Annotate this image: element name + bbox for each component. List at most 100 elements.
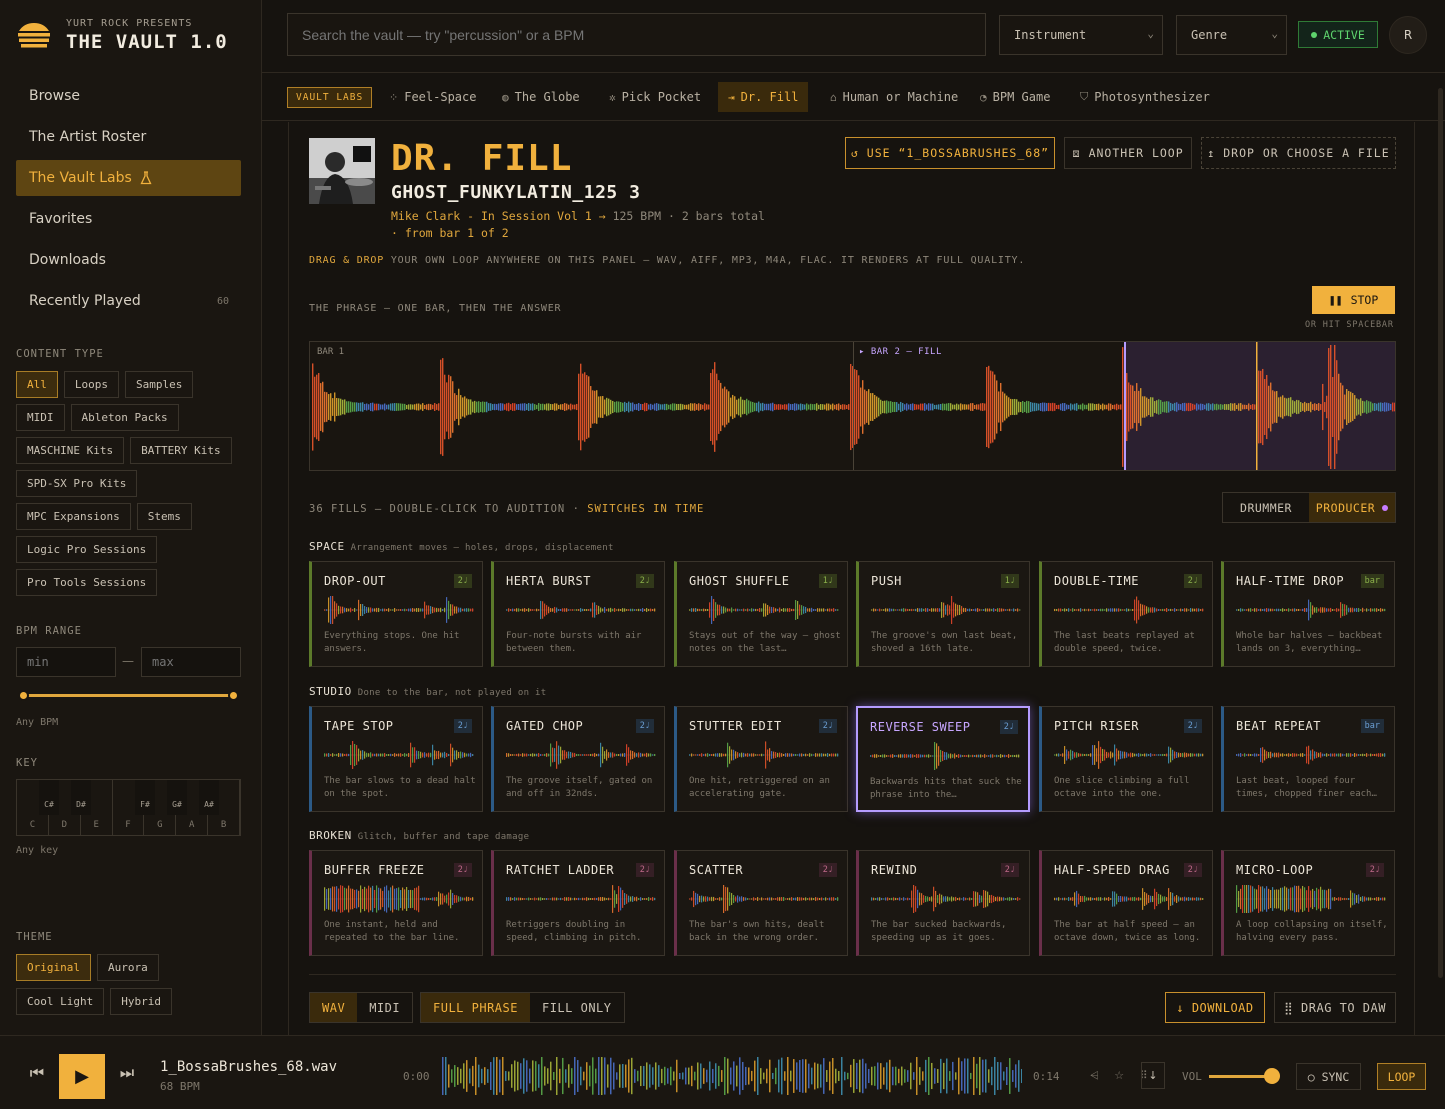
waveform-bar [594, 390, 596, 424]
key-d-sharp[interactable]: D# [71, 780, 91, 815]
content-type-chip-midi[interactable]: MIDI [16, 404, 65, 431]
content-type-chip-mpc-expansions[interactable]: MPC Expansions [16, 503, 131, 530]
bpm-min-input[interactable] [16, 647, 116, 677]
loop-button[interactable]: LOOP [1377, 1063, 1426, 1090]
avatar[interactable]: R [1389, 16, 1427, 54]
format-midi[interactable]: MIDI [357, 993, 412, 1022]
sidebar-item-favorites[interactable]: Favorites [16, 201, 241, 237]
waveform-bar [818, 404, 820, 410]
fill-card-ratchet-ladder[interactable]: RATCHET LADDER 2♩ Retriggers doubling in s… [491, 850, 665, 956]
another-loop-button[interactable]: ⧈ ANOTHER LOOP [1064, 137, 1192, 169]
bpm-max-input[interactable] [141, 647, 241, 677]
content-type-chip-ableton-packs[interactable]: Ableton Packs [70, 404, 179, 431]
drop-file-button[interactable]: ↥ DROP OR CHOOSE A FILE [1201, 137, 1396, 169]
waveform-bar [346, 608, 348, 612]
artist-link[interactable]: Mike Clark - In Session Vol 1 → [391, 209, 606, 223]
key-f-sharp[interactable]: F# [135, 780, 155, 815]
bpm-min-handle[interactable] [18, 690, 29, 701]
sidebar-item-browse[interactable]: Browse [16, 78, 241, 114]
sidebar-item-downloads[interactable]: Downloads [16, 242, 241, 278]
sidebar-item-vault-labs[interactable]: The Vault Labs [16, 160, 241, 196]
fill-card-herta-burst[interactable]: HERTA BURST 2♩ Four-note bursts with air b… [491, 561, 665, 667]
player-download-button[interactable]: ↓ [1141, 1062, 1165, 1089]
fill-card-half-speed-drag[interactable]: HALF-SPEED DRAG 2♩ The bar at half speed —… [1039, 850, 1213, 956]
key-c-sharp[interactable]: C# [39, 780, 59, 815]
logo[interactable]: YURT ROCK PRESENTS THE VAULT 1.0 [16, 18, 228, 53]
drag-to-daw-button[interactable]: ⣿ DRAG TO DAW [1274, 992, 1396, 1023]
fill-card-push[interactable]: PUSH 1♩ The groove's own last beat, shoved… [856, 561, 1030, 667]
tab-pick-pocket[interactable]: ✲ Pick Pocket [599, 82, 711, 112]
format-wav[interactable]: WAV [310, 993, 358, 1022]
key-a-sharp[interactable]: A# [199, 780, 219, 815]
play-button[interactable]: ▶ [59, 1054, 105, 1099]
stop-button[interactable]: ❚❚ STOP [1312, 286, 1395, 314]
waveform-bar [630, 608, 632, 612]
fill-card-scatter[interactable]: SCATTER 2♩ The bar's own hits, dealt back … [674, 850, 848, 956]
fill-card-double-time[interactable]: DOUBLE-TIME 2♩ The last beats replayed at … [1039, 561, 1213, 667]
tab-feel-space[interactable]: ⁘ Feel-Space [379, 82, 486, 112]
tab-photosynthesizer[interactable]: ⛉ Photosynthesizer [1070, 82, 1220, 112]
bpm-range-slider[interactable] [18, 690, 239, 701]
bpm-max-handle[interactable] [228, 690, 239, 701]
waveform-bar [648, 608, 650, 612]
tab-the-globe[interactable]: ◍ The Globe [492, 82, 590, 112]
phrase-waveform[interactable]: BAR 1 ▸ BAR 2 — FILL [309, 341, 1396, 471]
mode-producer[interactable]: PRODUCER [1309, 493, 1395, 522]
fill-card-beat-repeat[interactable]: BEAT REPEAT bar Last beat, looped four tim… [1221, 706, 1395, 812]
download-button[interactable]: ↓ DOWNLOAD [1165, 992, 1265, 1023]
waveform-bar [1110, 403, 1112, 411]
instrument-select[interactable]: Instrument ⌄ [999, 15, 1163, 55]
use-loop-button[interactable]: ↺ USE “1_BOSSABRUSHES_68” [845, 137, 1055, 169]
fill-card-reverse-sweep[interactable]: REVERSE SWEEP 2♩ Backwards hits that suck … [856, 706, 1030, 812]
tab-human-or-machine[interactable]: ⌂ Human or Machine [820, 82, 968, 112]
content-type-chip-spd-sx-pro-kits[interactable]: SPD-SX Pro Kits [16, 470, 138, 497]
theme-chip-aurora[interactable]: Aurora [96, 954, 159, 981]
mode-drummer[interactable]: DRUMMER [1223, 493, 1309, 522]
content-type-chip-all[interactable]: All [16, 371, 58, 398]
sidebar-item-recently-played[interactable]: Recently Played 60 [16, 283, 241, 319]
content-type-chip-maschine-kits[interactable]: MASCHINE Kits [16, 437, 125, 464]
content-type-chip-loops[interactable]: Loops [63, 371, 119, 398]
player-waveform-bar [634, 1069, 636, 1083]
fill-card-drop-out[interactable]: DROP-OUT 2♩ Everything stops. One hit answ… [309, 561, 483, 667]
waveform-bar [1162, 753, 1164, 757]
volume-handle[interactable] [1264, 1068, 1280, 1084]
next-track-button[interactable]: ⏭ [110, 1056, 144, 1090]
scope-fill-only[interactable]: FILL ONLY [530, 993, 624, 1022]
waveform-bar [458, 896, 460, 902]
fill-card-pitch-riser[interactable]: PITCH RISER 2♩ One slice climbing a full o… [1039, 706, 1213, 812]
key-g-sharp[interactable]: G# [167, 780, 187, 815]
tab-dr-fill[interactable]: ⇥ Dr. Fill [718, 82, 809, 112]
player-waveform[interactable] [442, 1056, 1022, 1096]
fill-card-micro-loop[interactable]: MICRO-LOOP 2♩ A loop collapsing on itself,… [1221, 850, 1395, 956]
content-type-chip-logic-pro-sessions[interactable]: Logic Pro Sessions [16, 536, 158, 563]
genre-select[interactable]: Genre ⌄ [1176, 15, 1287, 55]
content-type-chip-samples[interactable]: Samples [125, 371, 194, 398]
waveform-bar [1314, 890, 1316, 908]
theme-chip-hybrid[interactable]: Hybrid [110, 988, 172, 1015]
theme-chip-original[interactable]: Original [16, 954, 91, 981]
fill-card-stutter-edit[interactable]: STUTTER EDIT 2♩ One hit, retriggered on an… [674, 706, 848, 812]
content-type-chip-stems[interactable]: Stems [136, 503, 192, 530]
waveform-bar [965, 607, 967, 613]
previous-track-button[interactable]: ⏮ [20, 1056, 54, 1090]
fill-card-tape-stop[interactable]: TAPE STOP 2♩ The bar slows to a dead halt … [309, 706, 483, 812]
waveform-bar [508, 897, 510, 901]
content-type-chip-battery-kits[interactable]: BATTERY Kits [130, 437, 232, 464]
fill-card-ghost-shuffle[interactable]: GHOST SHUFFLE 1♩ Stays out of the way — gh… [674, 561, 848, 667]
fill-card-buffer-freeze[interactable]: BUFFER FREEZE 2♩ One instant, held and rep… [309, 850, 483, 956]
tab-bpm-game[interactable]: ◔ BPM Game [970, 82, 1060, 112]
scope-full-phrase[interactable]: FULL PHRASE [421, 993, 530, 1022]
player-waveform-bar [745, 1066, 747, 1086]
fill-card-rewind[interactable]: REWIND 2♩ The bar sucked backwards, speedi… [856, 850, 1030, 956]
waveform-bar [1042, 402, 1044, 412]
content-type-chip-pro-tools-sessions[interactable]: Pro Tools Sessions [16, 569, 158, 596]
fill-card-gated-chop[interactable]: GATED CHOP 2♩ The groove itself, gated on … [491, 706, 665, 812]
scrollbar[interactable] [1438, 88, 1443, 978]
sidebar-item-artist-roster[interactable]: The Artist Roster [16, 119, 241, 155]
fill-card-half-time-drop[interactable]: HALF-TIME DROP bar Whole bar halves — back… [1221, 561, 1395, 667]
theme-chip-cool-light[interactable]: Cool Light [16, 988, 105, 1015]
sync-button[interactable]: ○ SYNC [1296, 1063, 1361, 1090]
search-input[interactable] [287, 13, 986, 56]
waveform-bar [578, 609, 580, 611]
